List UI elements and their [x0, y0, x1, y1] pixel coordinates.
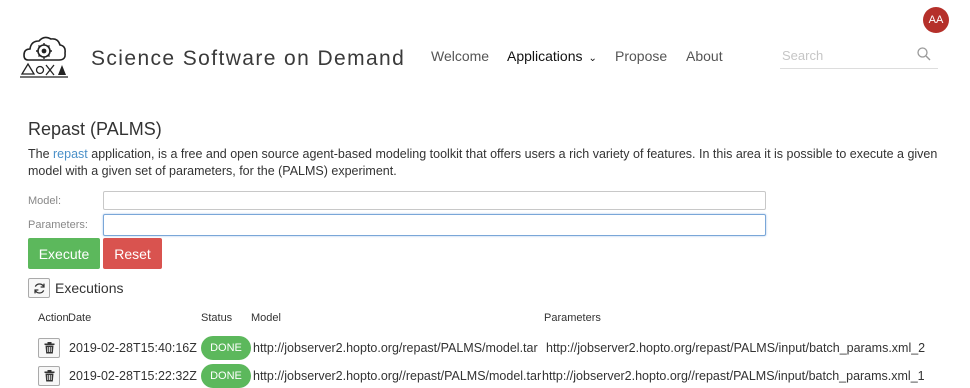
description-prefix: The [28, 147, 54, 161]
execute-button[interactable]: Execute [28, 238, 100, 269]
trash-icon [44, 342, 54, 354]
refresh-icon [33, 282, 45, 294]
executions-title: Executions [55, 280, 124, 296]
execution-date: 2019-02-28T15:40:16Z [69, 341, 197, 355]
chevron-down-icon: ⌄ [588, 53, 597, 64]
status-badge: DONE [201, 336, 251, 360]
column-header-date: Date [68, 312, 92, 324]
description-text: application, is a free and open source a… [28, 147, 938, 178]
column-header-action: Action [38, 312, 69, 324]
execution-parameters-url: http://jobserver2.hopto.org//repast/PALM… [542, 369, 925, 383]
trash-icon [44, 370, 54, 382]
model-label: Model: [28, 195, 62, 207]
status-badge: DONE [201, 364, 251, 388]
parameters-input[interactable] [103, 214, 766, 236]
page-description: The repast application, is a free and op… [28, 146, 948, 180]
execution-parameters-url: http://jobserver2.hopto.org/repast/PALMS… [546, 341, 926, 355]
execution-model-url: http://jobserver2.hopto.org//repast/PALM… [253, 369, 542, 383]
column-header-model: Model [251, 312, 281, 324]
execution-model-url: http://jobserver2.hopto.org/repast/PALMS… [253, 341, 538, 355]
model-input[interactable] [103, 191, 766, 210]
user-avatar[interactable]: AA [923, 7, 949, 33]
repast-link[interactable]: repast [53, 147, 88, 161]
execution-date: 2019-02-28T15:22:32Z [69, 369, 197, 383]
column-header-status: Status [201, 312, 233, 324]
nav-about[interactable]: About [686, 48, 723, 64]
column-header-parameters: Parameters [544, 312, 601, 324]
brand-title[interactable]: Science Software on Demand [91, 47, 405, 71]
search-icon[interactable] [916, 46, 932, 62]
delete-execution-button[interactable] [38, 338, 60, 358]
parameters-label: Parameters: [28, 219, 88, 231]
nav-applications-label: Applications [507, 48, 583, 64]
reset-button[interactable]: Reset [103, 238, 162, 269]
delete-execution-button[interactable] [38, 366, 60, 386]
science-logo-icon[interactable] [18, 30, 70, 82]
nav-applications[interactable]: Applications ⌄ [507, 48, 597, 64]
page-title: Repast (PALMS) [28, 119, 162, 139]
search-box [780, 44, 938, 69]
nav-propose[interactable]: Propose [615, 48, 667, 64]
refresh-button[interactable] [28, 278, 50, 298]
search-input[interactable] [780, 44, 914, 66]
nav-welcome[interactable]: Welcome [431, 48, 489, 64]
